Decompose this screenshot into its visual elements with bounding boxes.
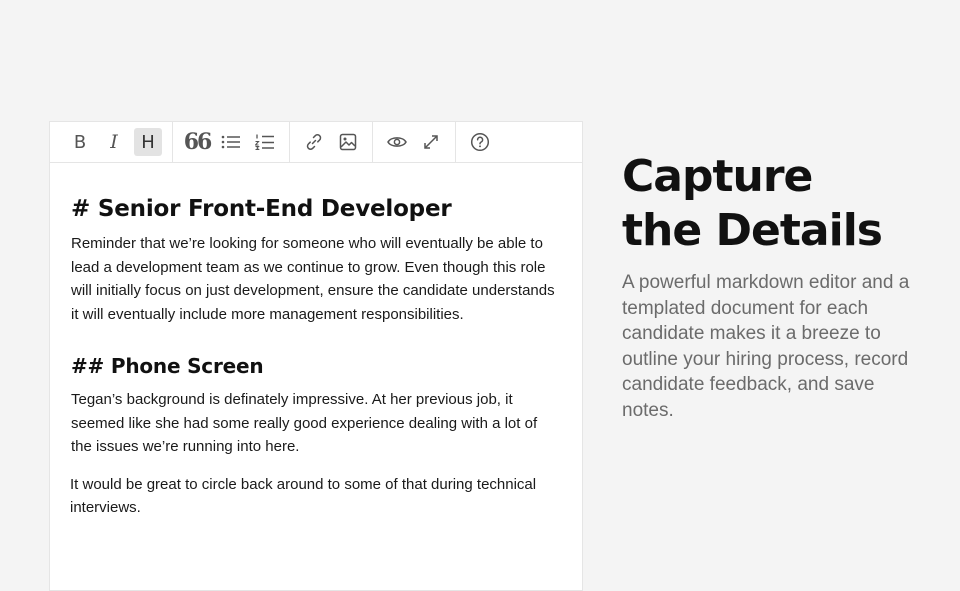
toolbar-group-blocks: 66	[183, 122, 279, 162]
link-icon	[306, 134, 322, 150]
headline-line-1: Capture	[622, 151, 813, 202]
headline-line-2: the Details	[622, 205, 883, 256]
bold-icon: B	[73, 131, 87, 153]
image-button[interactable]	[334, 128, 362, 156]
toolbar-divider	[172, 122, 173, 162]
toolbar-group-insert	[300, 122, 362, 162]
image-icon	[339, 133, 357, 151]
help-icon	[470, 132, 490, 152]
fullscreen-button[interactable]	[417, 128, 445, 156]
heading-icon: H	[141, 131, 155, 153]
document-paragraph: Reminder that we’re looking for someone …	[71, 235, 555, 323]
preview-eye-icon	[387, 137, 407, 147]
ordered-list-button[interactable]	[251, 128, 279, 156]
toolbar-divider	[372, 122, 373, 162]
heading-button[interactable]: H	[134, 128, 162, 156]
toolbar-divider	[289, 122, 290, 162]
quote-icon: 66	[183, 129, 213, 155]
quote-button[interactable]: 66	[183, 128, 213, 156]
document-paragraph: It would be great to circle back around …	[70, 475, 537, 517]
italic-icon: I	[110, 131, 118, 153]
editor-toolbar: B I H 66	[50, 122, 582, 163]
feature-description: Capture the Details A powerful markdown …	[622, 150, 922, 423]
unordered-list-button[interactable]	[217, 128, 245, 156]
toolbar-group-view	[383, 122, 445, 162]
document-heading-2: ## Phone Screen	[71, 354, 264, 378]
toolbar-divider	[455, 122, 456, 162]
preview-button[interactable]	[383, 128, 411, 156]
toolbar-group-format: B I H	[66, 122, 162, 162]
italic-button[interactable]: I	[100, 128, 128, 156]
link-button[interactable]	[300, 128, 328, 156]
document-heading-1: # Senior Front-End Developer	[71, 196, 452, 222]
feature-headline: Capture the Details	[622, 150, 922, 258]
markdown-editor: B I H 66 # Senior Front-End Developer Re…	[49, 121, 583, 591]
unordered-list-icon	[221, 135, 240, 149]
editor-content[interactable]: # Senior Front-End Developer Reminder th…	[50, 163, 582, 520]
help-button[interactable]	[466, 128, 494, 156]
toolbar-group-help	[466, 122, 494, 162]
fullscreen-icon	[424, 135, 438, 149]
ordered-list-icon	[255, 134, 274, 151]
feature-subtext: A powerful markdown editor and a templat…	[622, 272, 910, 421]
bold-button[interactable]: B	[66, 128, 94, 156]
document-paragraph: Tegan’s background is definately impress…	[71, 391, 538, 455]
